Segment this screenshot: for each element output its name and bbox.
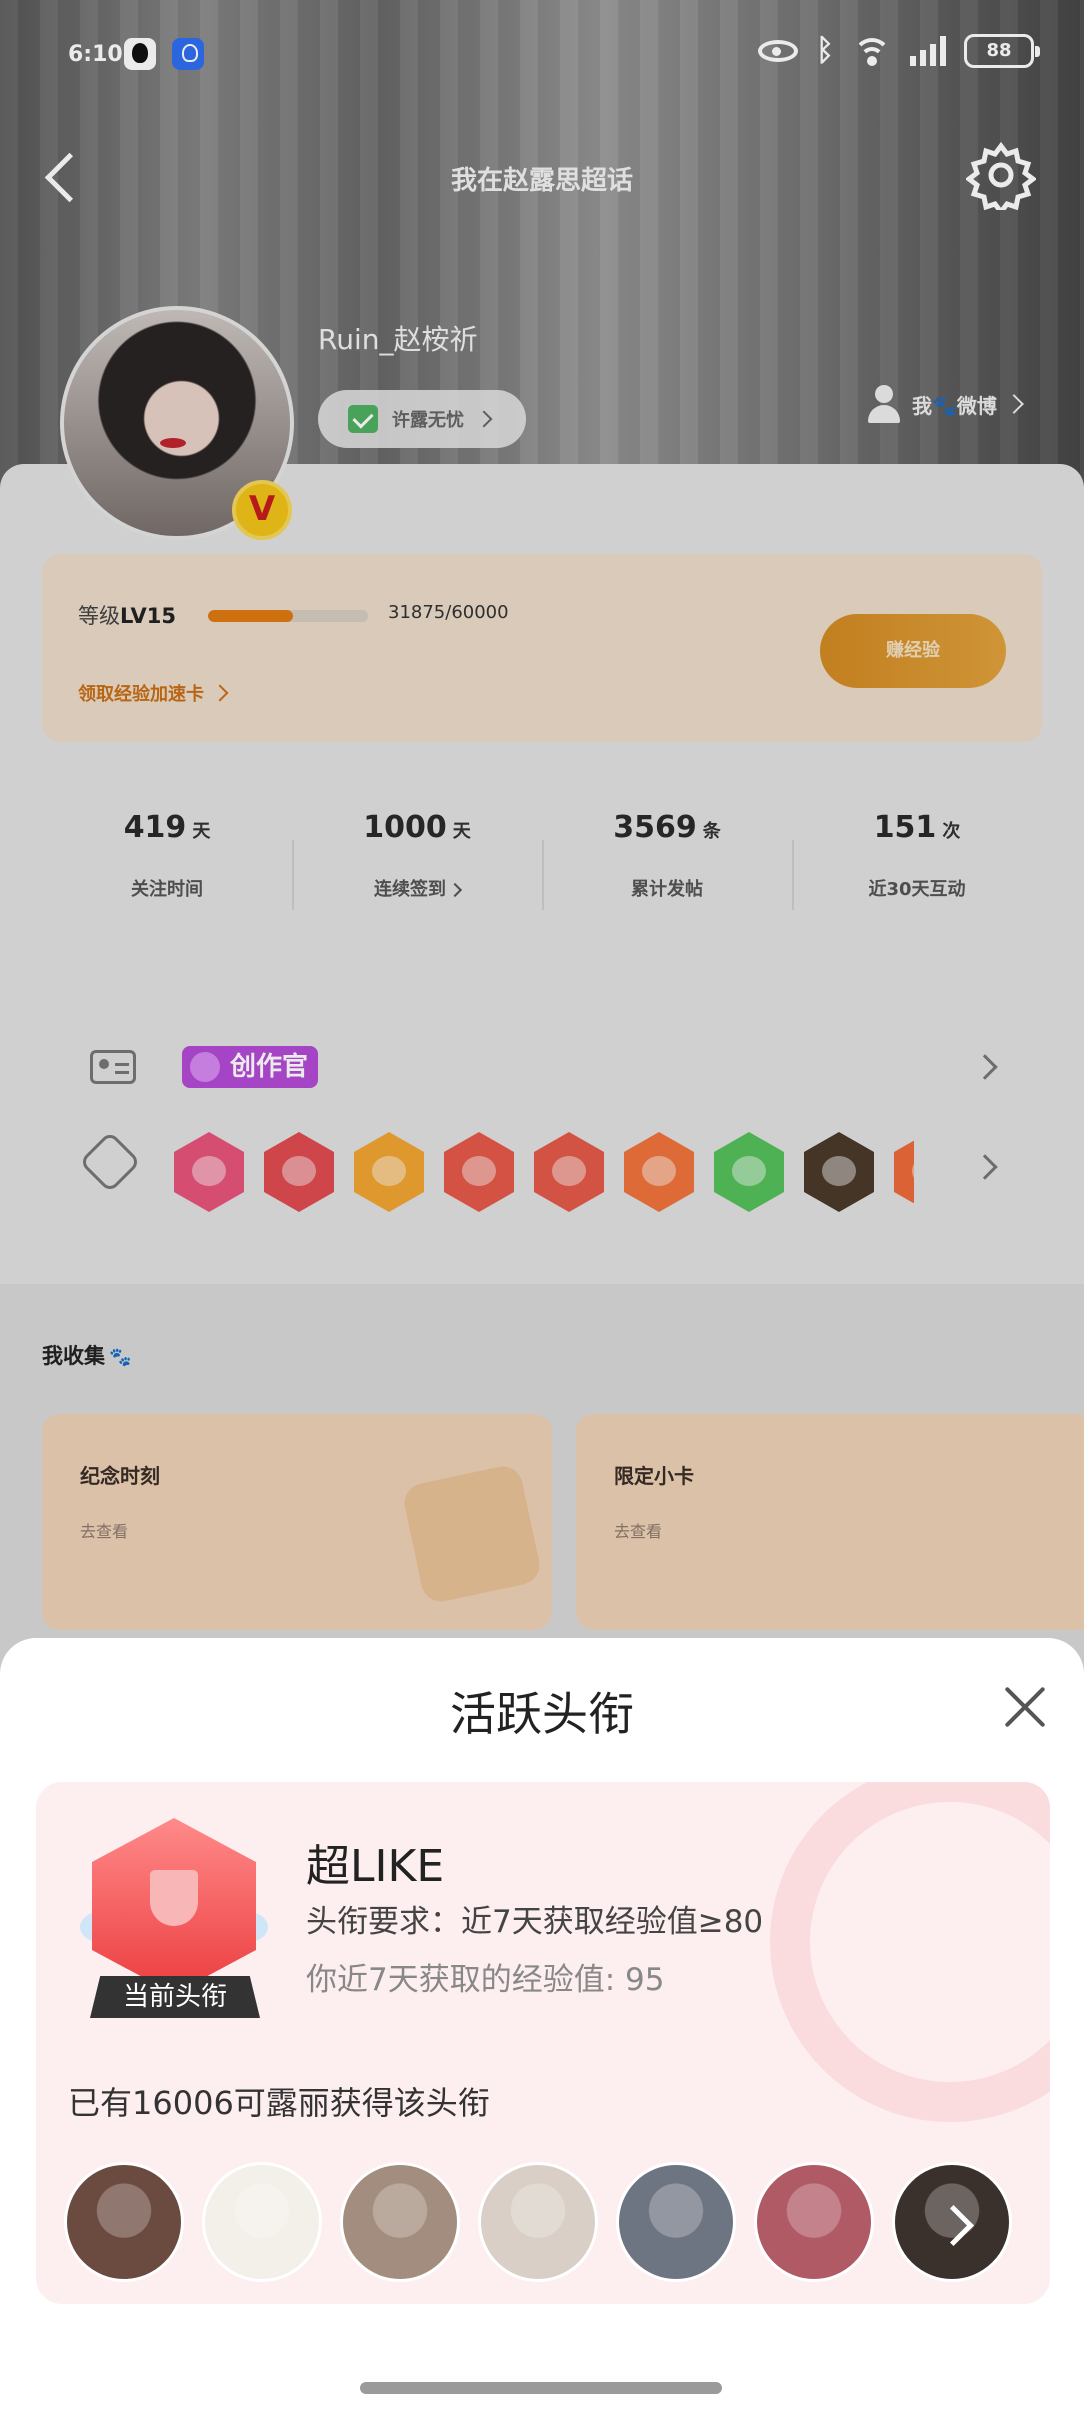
- owner-avatar[interactable]: [340, 2162, 460, 2282]
- title-bottom-sheet: 活跃头衔 当前头衔 超LIKE 头衔要求：近7天获取经验值≥80 你近7天获取的…: [0, 1638, 1084, 2412]
- owner-avatar[interactable]: [478, 2162, 598, 2282]
- owner-avatar[interactable]: [64, 2162, 184, 2282]
- owner-avatar[interactable]: [202, 2162, 322, 2282]
- close-icon[interactable]: [1002, 1684, 1048, 1730]
- current-title-tag: 当前头衔: [90, 1976, 260, 2018]
- sheet-title: 活跃头衔: [450, 1687, 634, 1741]
- owner-avatars: [64, 2162, 1024, 2286]
- earned-exp: 你近7天获取的经验值: 95: [306, 1962, 665, 1998]
- badge-name: 超LIKE: [306, 1841, 445, 1892]
- badge-requirement: 头衔要求：近7天获取经验值≥80: [306, 1904, 764, 1940]
- owner-avatar[interactable]: [616, 2162, 736, 2282]
- owners-count: 已有16006可露丽获得该头衔: [68, 2084, 490, 2122]
- owner-avatar[interactable]: [754, 2162, 874, 2282]
- chevron-right-icon: [931, 2201, 979, 2249]
- owner-avatar[interactable]: [892, 2162, 1012, 2282]
- trophy-badge-icon: 当前头衔: [80, 1818, 268, 2018]
- trophy-icon: [150, 1870, 198, 1926]
- home-indicator[interactable]: [360, 2382, 722, 2394]
- title-detail-card: 当前头衔 超LIKE 头衔要求：近7天获取经验值≥80 你近7天获取的经验值: …: [36, 1782, 1050, 2304]
